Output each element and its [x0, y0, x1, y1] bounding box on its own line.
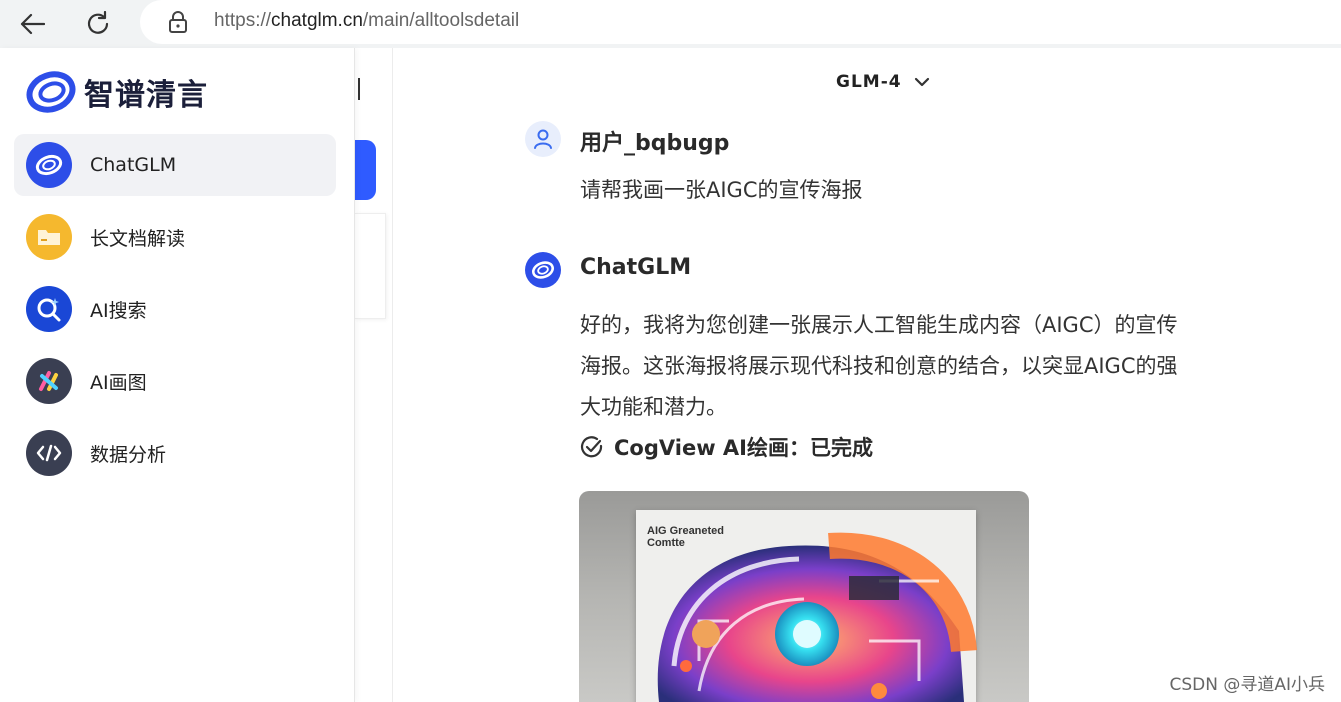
address-bar[interactable]: https://chatglm.cn/main/alltoolsdetail: [140, 0, 1341, 44]
sidebar-item-label: AI搜索: [90, 299, 147, 322]
paint-icon: [26, 358, 72, 404]
lock-icon: [168, 11, 188, 37]
search-icon: [26, 286, 72, 332]
new-chat-button[interactable]: [355, 140, 376, 200]
sidebar-item-data-analysis[interactable]: 数据分析: [14, 422, 336, 484]
reload-icon[interactable]: [80, 6, 116, 42]
bot-message: 好的，我将为您创建一张展示人工智能生成内容（AIGC）的宣传 海报。这张海报将展…: [580, 305, 1178, 428]
bot-message-line: 好的，我将为您创建一张展示人工智能生成内容（AIGC）的宣传: [580, 313, 1178, 337]
generated-image[interactable]: AIG Greaneted Comtte: [579, 491, 1029, 702]
sidebar-item-ai-search[interactable]: AI搜索: [14, 278, 336, 340]
sidebar-item-label: ChatGLM: [90, 154, 177, 176]
tool-status-text: CogView AI绘画：已完成: [614, 436, 873, 460]
collapsed-panel-edge: [355, 48, 393, 702]
panel-toggle-icon[interactable]: [358, 78, 360, 100]
chatglm-logo-icon: [532, 261, 554, 279]
bot-message-line: 大功能和潜力。: [580, 395, 727, 419]
sidebar-item-ai-paint[interactable]: AI画图: [14, 350, 336, 412]
sidebar-item-label: 数据分析: [90, 443, 167, 466]
watermark: CSDN @寻道AI小兵: [1169, 675, 1325, 695]
zhipu-logo-icon: [26, 71, 76, 113]
sidebar: 智谱清言 ChatGLM 长文档解读 AI搜索 AI画图 数据分析: [0, 48, 355, 702]
user-name: 用户_bqbugp: [580, 131, 730, 156]
model-name: GLM-4: [836, 72, 902, 92]
back-arrow-icon[interactable]: [14, 6, 50, 42]
chatglm-logo-icon: [26, 142, 72, 188]
bot-name: ChatGLM: [580, 255, 692, 280]
poster-artwork: [657, 532, 977, 702]
history-card[interactable]: [355, 213, 386, 319]
sidebar-item-label: AI画图: [90, 371, 147, 394]
url-text: https://chatglm.cn/main/alltoolsdetail: [214, 10, 520, 31]
tool-status[interactable]: CogView AI绘画：已完成: [580, 432, 873, 462]
chatglm-avatar: [525, 252, 561, 288]
model-selector[interactable]: GLM-4: [836, 72, 930, 92]
sidebar-item-chatglm[interactable]: ChatGLM: [14, 134, 336, 196]
sidebar-item-label: 长文档解读: [90, 227, 186, 250]
brand-logo[interactable]: 智谱清言: [26, 70, 208, 114]
check-circle-icon: [580, 436, 603, 458]
brand-name: 智谱清言: [84, 78, 208, 113]
folder-icon: [26, 214, 72, 260]
user-avatar: [525, 121, 561, 157]
bot-message-line: 海报。这张海报将展示现代科技和创意的结合，以突显AIGC的强: [580, 354, 1178, 378]
browser-toolbar: https://chatglm.cn/main/alltoolsdetail: [0, 0, 1341, 48]
sidebar-item-long-doc[interactable]: 长文档解读: [14, 206, 336, 268]
chevron-down-icon: [914, 77, 929, 87]
code-icon: [26, 430, 72, 476]
user-icon: [534, 129, 552, 149]
user-message: 请帮我画一张AIGC的宣传海报: [580, 178, 863, 202]
